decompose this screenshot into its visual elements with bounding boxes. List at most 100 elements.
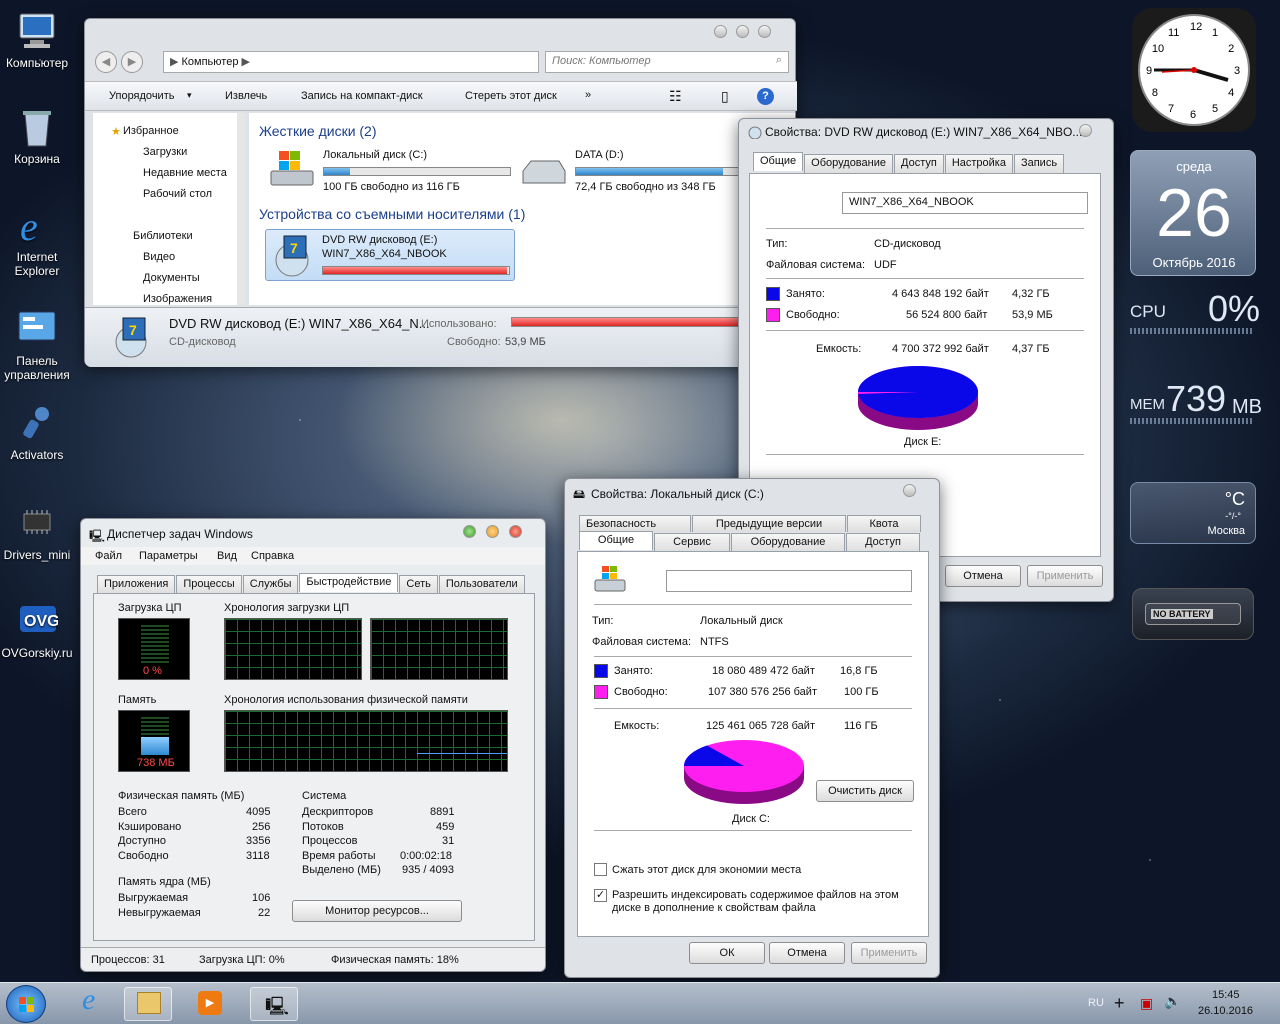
nav-images[interactable]: Изображения — [143, 293, 212, 305]
dvd-usage-bar — [322, 266, 510, 275]
task-manager-icon: 🖳 — [265, 996, 290, 1016]
tab-processes[interactable]: Процессы — [176, 575, 242, 594]
menu-options[interactable]: Параметры — [139, 550, 198, 562]
calendar-gadget[interactable]: среда 26 Октябрь 2016 — [1130, 150, 1256, 276]
desktop-icon-ovgorskiy[interactable]: OVG OVGorskiy.ru — [0, 600, 74, 660]
free-label: Свободно: — [614, 686, 668, 698]
menu-help[interactable]: Справка — [251, 550, 294, 562]
menu-file[interactable]: Файл — [95, 550, 122, 562]
weather-gadget[interactable]: °C -°/-° Москва — [1130, 482, 1256, 544]
nav-favorites[interactable]: Избранное — [123, 125, 179, 137]
forward-button[interactable]: ▶ — [121, 51, 143, 73]
taskbar-explorer-button[interactable] — [124, 987, 172, 1021]
tab-applications[interactable]: Приложения — [97, 575, 176, 594]
search-input[interactable]: Поиск: Компьютер ⌕ — [545, 51, 789, 73]
apply-button[interactable]: Применить — [1027, 565, 1103, 587]
system-meter-gadget[interactable]: CPU 0% MEM 739 MB — [1128, 286, 1262, 426]
compress-checkbox[interactable] — [594, 863, 607, 876]
language-indicator[interactable]: RU — [1088, 997, 1104, 1009]
back-button[interactable]: ◀ — [95, 51, 117, 73]
taskbar-ie-button[interactable]: e — [68, 983, 116, 1021]
tab-sharing[interactable]: Доступ — [846, 533, 920, 552]
volume-label-input[interactable] — [666, 570, 912, 592]
organize-menu[interactable]: Упорядочить — [109, 90, 174, 102]
index-checkbox[interactable]: ✓ — [594, 889, 607, 902]
clock-date[interactable]: 26.10.2016 — [1198, 1005, 1253, 1017]
nav-desktop[interactable]: Рабочий стол — [143, 188, 212, 200]
sys-handles-value: 8891 — [430, 806, 455, 818]
menu-view[interactable]: Вид — [217, 550, 237, 562]
tab-tools[interactable]: Сервис — [654, 533, 730, 552]
clock-gadget[interactable]: 11 10 9 8 7 6 5 4 3 2 1 12 — [1132, 8, 1256, 132]
tab-general[interactable]: Общие — [753, 152, 804, 171]
help-icon[interactable]: ? — [757, 88, 774, 105]
erase-button[interactable]: Стереть этот диск — [465, 90, 557, 102]
tab-hardware[interactable]: Оборудование — [731, 533, 845, 552]
eject-button[interactable]: Извлечь — [225, 90, 267, 102]
close-button[interactable] — [509, 525, 522, 538]
nav-libraries[interactable]: Библиотеки — [133, 230, 193, 242]
tab-security[interactable]: Безопасность — [579, 515, 691, 532]
volume-icon[interactable]: 🔈 — [1164, 993, 1181, 1010]
mem-meter-value: 739 — [1166, 378, 1227, 419]
disk-usage-pie — [684, 740, 804, 804]
cancel-button[interactable]: Отмена — [769, 942, 845, 964]
drive-e-selected[interactable]: 7 DVD RW дисковод (E:) WIN7_X86_X64_NBOO… — [265, 229, 515, 281]
address-bar[interactable]: ▶ Компьютер ▶ — [163, 51, 539, 73]
preview-pane-icon[interactable]: ▯ — [721, 88, 729, 105]
taskbar-media-button[interactable]: ▶ — [186, 987, 234, 1021]
tab-quota[interactable]: Квота — [847, 515, 921, 532]
resource-monitor-button[interactable]: Монитор ресурсов... — [292, 900, 462, 922]
desktop-icon-recycle-bin[interactable]: Корзина — [0, 106, 74, 166]
tab-recording[interactable]: Запись — [1013, 154, 1065, 173]
clock-time[interactable]: 15:45 — [1212, 989, 1240, 1001]
tab-customize[interactable]: Настройка — [944, 154, 1013, 173]
maximize-button[interactable] — [486, 525, 499, 538]
tab-services[interactable]: Службы — [242, 575, 299, 594]
nav-video[interactable]: Видео — [143, 251, 175, 263]
removable-group-header[interactable]: Устройства со съемными носителями (1) — [259, 206, 525, 222]
minimize-button[interactable] — [714, 25, 727, 38]
close-button[interactable] — [903, 484, 916, 497]
tab-general[interactable]: Общие — [579, 531, 653, 550]
desktop-icon-computer[interactable]: Компьютер — [0, 10, 74, 70]
nav-recent[interactable]: Недавние места — [143, 167, 227, 179]
more-chevron-icon[interactable]: » — [585, 89, 591, 101]
cancel-button[interactable]: Отмена — [945, 565, 1021, 587]
nav-downloads[interactable]: Загрузки — [143, 146, 187, 158]
minimize-button[interactable] — [463, 525, 476, 538]
tab-network[interactable]: Сеть — [399, 575, 438, 594]
desktop-icon-drivers[interactable]: Drivers_mini — [0, 502, 74, 562]
apply-button[interactable]: Применить — [851, 942, 927, 964]
taskbar-taskmgr-button[interactable]: 🖳 — [250, 987, 298, 1021]
drive-c[interactable]: Локальный диск (C:) 100 ГБ свободно из 1… — [269, 149, 511, 193]
maximize-button[interactable] — [736, 25, 749, 38]
tab-sharing[interactable]: Доступ — [894, 154, 944, 173]
start-button[interactable] — [6, 985, 46, 1023]
desktop-icon-control-panel[interactable]: Панель управления — [0, 308, 74, 382]
divider — [766, 278, 1084, 279]
desktop-icon-ie[interactable]: e Internet Explorer — [0, 204, 74, 278]
tab-performance[interactable]: Быстродействие — [299, 573, 399, 592]
tab-hardware[interactable]: Оборудование — [804, 154, 893, 173]
nav-scrollbar[interactable] — [237, 113, 245, 305]
ok-button[interactable]: ОК — [689, 942, 765, 964]
nav-documents[interactable]: Документы — [143, 272, 200, 284]
battery-gadget[interactable]: NO BATTERY — [1132, 588, 1254, 640]
hdd-group-header[interactable]: Жесткие диски (2) — [259, 123, 377, 139]
drive-d[interactable]: DATA (D:) 72,4 ГБ свободно из 348 ГБ — [521, 149, 763, 193]
tab-previous-versions[interactable]: Предыдущие версии — [692, 515, 846, 532]
show-hidden-icons[interactable]: + — [1114, 993, 1125, 1014]
internet-explorer-icon: e — [82, 983, 96, 1016]
tab-users[interactable]: Пользователи — [438, 575, 525, 594]
network-icon[interactable]: ▣ — [1140, 995, 1153, 1012]
view-icon[interactable]: ☷ — [669, 88, 682, 105]
volume-label-input[interactable]: WIN7_X86_X64_NBOOK — [842, 192, 1088, 214]
close-button[interactable] — [758, 25, 771, 38]
disk-cleanup-button[interactable]: Очистить диск — [816, 780, 914, 802]
desktop-icon-activators[interactable]: Activators — [0, 402, 74, 462]
clock-number: 4 — [1228, 87, 1234, 99]
burn-button[interactable]: Запись на компакт-диск — [301, 90, 423, 102]
close-button[interactable] — [1079, 124, 1092, 137]
details-used-label: Использовано: — [421, 318, 497, 330]
